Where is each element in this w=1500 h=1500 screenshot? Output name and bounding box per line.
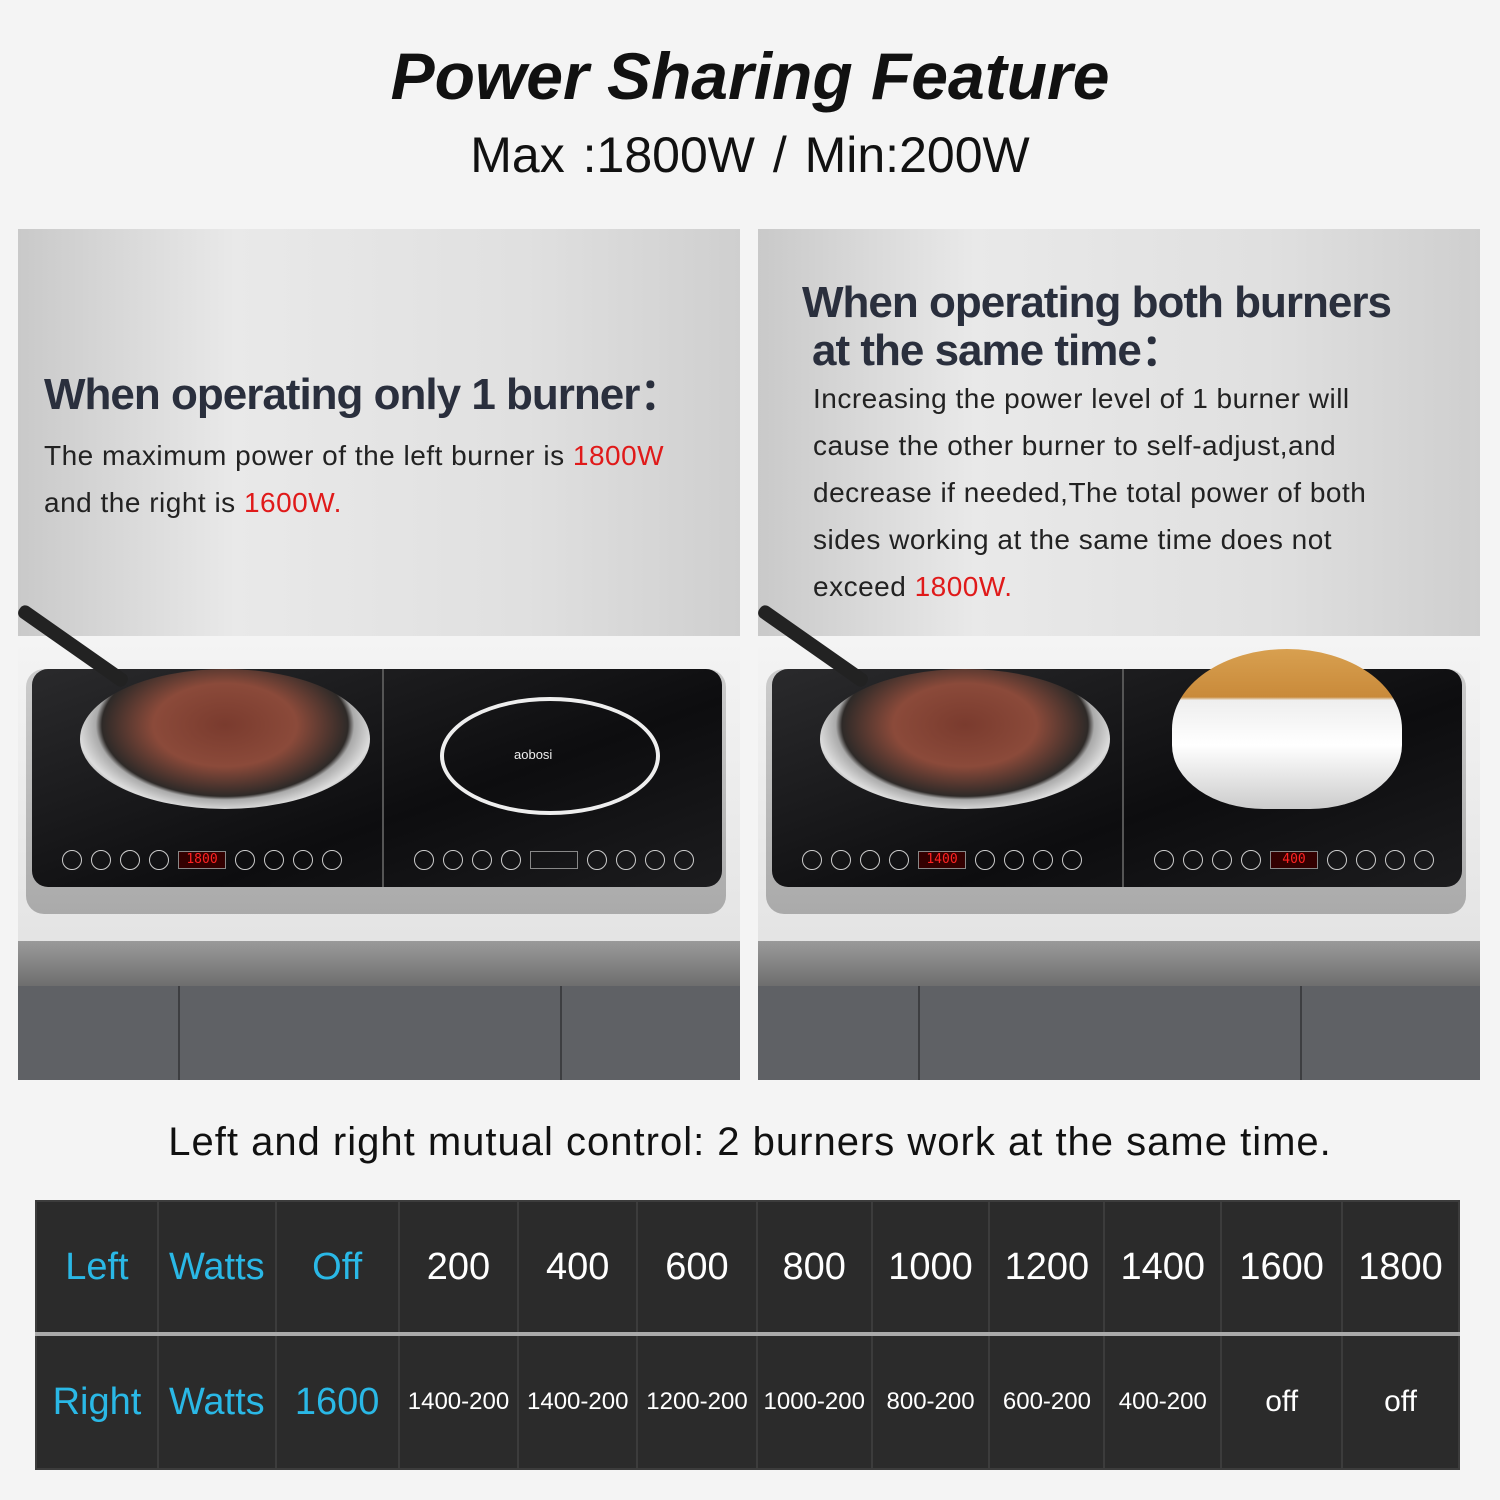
- table-row-left: Left Watts Off 200 400 600 800 1000 1200 1400 1600…: [35, 1200, 1460, 1336]
- panel-heading: When operating only 1 burner：: [44, 370, 683, 419]
- table-cell: off: [1220, 1333, 1344, 1470]
- timer-button[interactable]: [1033, 850, 1053, 870]
- function-button[interactable]: [264, 850, 284, 870]
- max-button[interactable]: [1154, 850, 1174, 870]
- timer-button[interactable]: [1385, 850, 1405, 870]
- min-button[interactable]: [1183, 850, 1203, 870]
- plus-button[interactable]: [1327, 850, 1347, 870]
- keep-warm-button[interactable]: [120, 850, 140, 870]
- table-cell: Off: [274, 1200, 400, 1336]
- table-cell: 600-200: [988, 1333, 1106, 1470]
- induction-cooktop: 1400 400: [766, 649, 1466, 914]
- table-cell: 400-200: [1103, 1333, 1223, 1470]
- table-cell: 800: [755, 1200, 873, 1336]
- table-cell: Right: [35, 1333, 159, 1470]
- panel-text: Increasing the power level of 1 burner w…: [813, 383, 1367, 602]
- frying-pan-image: [820, 669, 1110, 809]
- table-cell: 800-200: [870, 1333, 991, 1470]
- table-cell: off: [1341, 1333, 1460, 1470]
- plus-button[interactable]: [235, 850, 255, 870]
- induction-cooktop: aobosi 1800: [26, 669, 726, 914]
- table-cell: 1800: [1341, 1200, 1460, 1336]
- table-cell: 1400-200: [517, 1333, 639, 1470]
- minus-button[interactable]: [501, 850, 521, 870]
- function-button[interactable]: [1356, 850, 1376, 870]
- max-button[interactable]: [802, 850, 822, 870]
- power-button[interactable]: [1062, 850, 1082, 870]
- soup-pot-image: [1172, 649, 1402, 809]
- table-cell: 1200-200: [636, 1333, 758, 1470]
- table-cell: 1000-200: [755, 1333, 873, 1470]
- power-button[interactable]: [1414, 850, 1434, 870]
- table-cell: Watts: [156, 1200, 277, 1336]
- table-cell: 1600: [274, 1333, 400, 1470]
- caption: Left and right mutual control: 2 burners…: [168, 1120, 1332, 1164]
- table-cell: 1400-200: [397, 1333, 520, 1470]
- left-controls: 1800: [62, 849, 342, 871]
- power-display: 400: [1270, 851, 1318, 869]
- right-controls: 400: [1154, 849, 1434, 871]
- cabinet: [18, 986, 740, 1080]
- panel-text: The maximum power of the left burner is …: [44, 440, 665, 518]
- function-button[interactable]: [616, 850, 636, 870]
- single-burner-panel: When operating only 1 burner： The maximu…: [18, 229, 740, 1080]
- table-cell: 1400: [1103, 1200, 1223, 1336]
- page-title: Power Sharing Feature: [390, 39, 1110, 113]
- table-cell: 1000: [870, 1200, 991, 1336]
- table-cell: 1600: [1220, 1200, 1344, 1336]
- minus-button[interactable]: [149, 850, 169, 870]
- minus-button[interactable]: [889, 850, 909, 870]
- power-sharing-table: Left Watts Off 200 400 600 800 1000 1200 1400 1600…: [35, 1200, 1460, 1470]
- keep-warm-button[interactable]: [1212, 850, 1232, 870]
- dual-burner-panel: When operating both burners at the same …: [758, 229, 1480, 1080]
- panel-heading: When operating both burners at the same …: [802, 278, 1392, 375]
- page-subtitle: Max :1800W / Min:200W: [470, 127, 1030, 183]
- frying-pan-image: [80, 669, 370, 809]
- table-cell: 600: [636, 1200, 758, 1336]
- max-button[interactable]: [62, 850, 82, 870]
- table-row-right: Right Watts 1600 1400-200 1400-200 1200-200 10…: [35, 1333, 1460, 1470]
- power-display: 1800: [178, 851, 226, 869]
- power-button[interactable]: [322, 850, 342, 870]
- right-controls: [414, 849, 694, 871]
- keep-warm-button[interactable]: [472, 850, 492, 870]
- timer-button[interactable]: [645, 850, 665, 870]
- brand-logo: aobosi: [514, 747, 553, 762]
- min-button[interactable]: [91, 850, 111, 870]
- min-button[interactable]: [831, 850, 851, 870]
- counter-edge: [18, 941, 740, 986]
- table-cell: 1200: [988, 1200, 1106, 1336]
- timer-button[interactable]: [293, 850, 313, 870]
- power-button[interactable]: [674, 850, 694, 870]
- max-button[interactable]: [414, 850, 434, 870]
- power-display: 1400: [918, 851, 966, 869]
- power-display: [530, 851, 578, 869]
- table-cell: Left: [35, 1200, 159, 1336]
- table-cell: 400: [517, 1200, 639, 1336]
- table-cell: 200: [397, 1200, 520, 1336]
- left-controls: 1400: [802, 849, 1082, 871]
- min-button[interactable]: [443, 850, 463, 870]
- minus-button[interactable]: [1241, 850, 1261, 870]
- plus-button[interactable]: [975, 850, 995, 870]
- function-button[interactable]: [1004, 850, 1024, 870]
- table-cell: Watts: [156, 1333, 277, 1470]
- keep-warm-button[interactable]: [860, 850, 880, 870]
- plus-button[interactable]: [587, 850, 607, 870]
